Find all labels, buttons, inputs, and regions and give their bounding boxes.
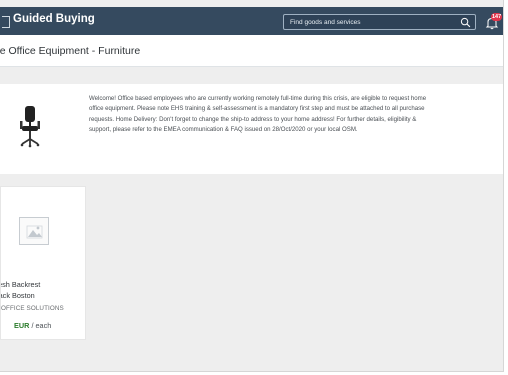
banner-line: support, please refer to the EMEA commun… <box>89 126 358 134</box>
app-menu-icon[interactable] <box>2 16 10 28</box>
office-chair-icon <box>20 106 40 148</box>
product-card[interactable]: Mesh Backrest lack Boston OFFICE SOLUTIO… <box>0 186 86 340</box>
search-icon[interactable] <box>460 17 471 28</box>
notifications-button[interactable]: 147 <box>485 13 503 31</box>
banner-line: office equipment. Please note EHS traini… <box>89 105 425 113</box>
image-placeholder-icon <box>26 225 43 239</box>
search-box[interactable] <box>283 14 476 30</box>
app-title[interactable]: Guided Buying <box>13 13 95 25</box>
shell-bar: Guided Buying 147 <box>0 7 503 35</box>
page-header: me Office Equipment - Furniture <box>0 35 503 67</box>
product-supplier: OFFICE SOLUTIONS <box>1 305 64 312</box>
banner-line: Welcome! Office based employees who are … <box>89 95 427 102</box>
product-name-line1[interactable]: Mesh Backrest <box>1 280 40 289</box>
banner-line: requests. Home Delivery: Don't forget to… <box>89 115 417 123</box>
price-currency: EUR <box>14 321 30 330</box>
product-price: EUR / each <box>14 321 51 330</box>
banner-text: Welcome! Office based employees who are … <box>89 94 499 136</box>
product-image-placeholder <box>19 217 49 245</box>
price-unit: / each <box>31 321 52 330</box>
app-frame: Guided Buying 147 me Office Equipment - … <box>0 0 504 372</box>
page-title: me Office Equipment - Furniture <box>0 45 141 57</box>
product-name-line2[interactable]: lack Boston <box>1 291 35 300</box>
search-input[interactable] <box>290 16 450 29</box>
notification-badge: 147 <box>491 13 503 21</box>
